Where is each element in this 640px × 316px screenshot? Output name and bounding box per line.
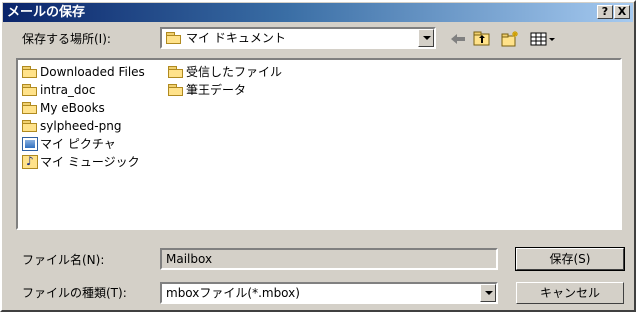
filename-label: ファイル名(N): (22, 253, 105, 267)
list-item[interactable]: マイ ミュージック (22, 154, 140, 170)
list-item[interactable]: intra_doc (22, 82, 96, 98)
location-dropdown[interactable]: マイ ドキュメント (160, 27, 436, 49)
file-list[interactable]: Downloaded Files intra_doc My eBooks syl… (16, 58, 622, 230)
music-folder-icon (22, 154, 38, 169)
cancel-button[interactable]: キャンセル (516, 282, 624, 304)
new-folder-icon[interactable] (500, 30, 520, 48)
list-item[interactable]: My eBooks (22, 100, 105, 116)
title-bar[interactable]: メールの保存 ? X (3, 3, 633, 22)
list-item[interactable]: Downloaded Files (22, 64, 145, 80)
folder-icon (22, 101, 38, 115)
list-item[interactable]: マイ ピクチャ (22, 136, 116, 152)
list-item[interactable]: 筆王データ (168, 82, 246, 98)
folder-icon (168, 83, 184, 97)
save-mail-dialog: メールの保存 ? X 保存する場所(I): マイ ドキュメント Download… (0, 0, 636, 312)
back-arrow-icon[interactable] (448, 30, 468, 48)
list-item[interactable]: sylpheed-png (22, 118, 121, 134)
chevron-down-icon[interactable] (480, 284, 496, 302)
folder-icon (168, 65, 184, 79)
filename-field[interactable]: Mailbox (160, 248, 498, 270)
filetype-dropdown[interactable]: mboxファイル(*.mbox) (160, 282, 498, 304)
filetype-value: mboxファイル(*.mbox) (166, 286, 300, 300)
folder-icon (22, 65, 38, 79)
dialog-title: メールの保存 (7, 5, 86, 20)
folder-icon (22, 119, 38, 133)
list-item[interactable]: 受信したファイル (168, 64, 282, 80)
filetype-label: ファイルの種類(T): (22, 286, 127, 300)
folder-icon (166, 31, 182, 45)
location-label: 保存する場所(I): (22, 32, 111, 46)
filename-value: Mailbox (166, 252, 213, 266)
location-value: マイ ドキュメント (186, 31, 286, 45)
chevron-down-icon[interactable] (418, 29, 434, 47)
folder-icon (22, 83, 38, 97)
pictures-folder-icon (22, 137, 38, 151)
up-folder-icon[interactable] (472, 30, 492, 48)
view-menu-icon[interactable] (530, 30, 556, 48)
help-button[interactable]: ? (597, 5, 613, 19)
save-button[interactable]: 保存(S) (515, 247, 625, 271)
close-button[interactable]: X (614, 5, 630, 19)
